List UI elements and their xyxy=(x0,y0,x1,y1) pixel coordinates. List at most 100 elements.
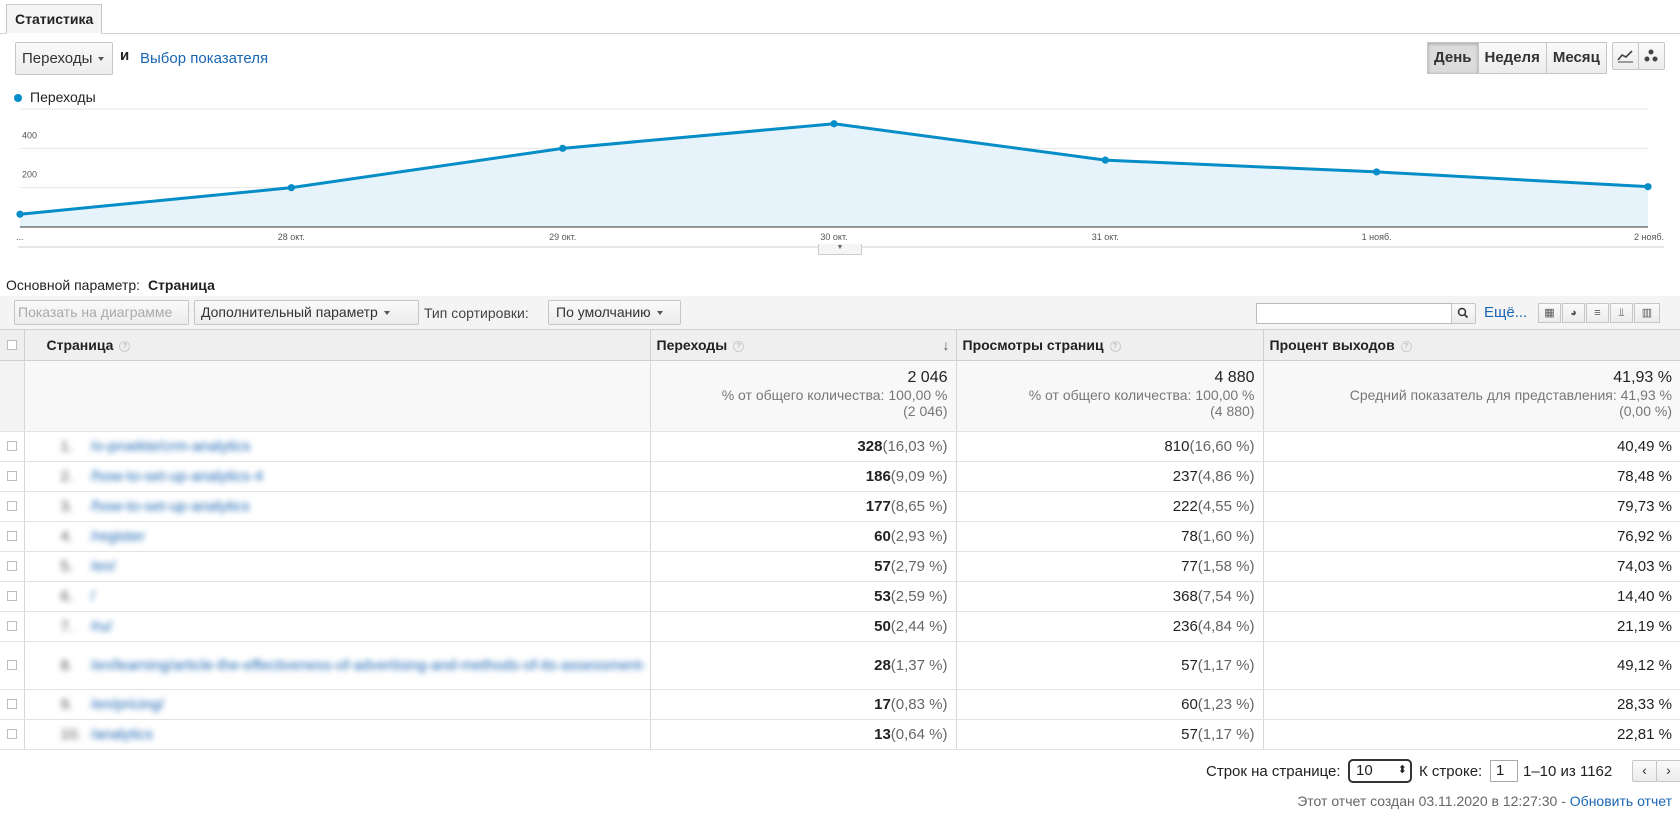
table-view-icon[interactable]: ▦ xyxy=(1538,303,1561,323)
period-week-button[interactable]: Неделя xyxy=(1477,42,1547,74)
row-checkbox-cell[interactable] xyxy=(0,719,25,750)
header-pageviews[interactable]: Просмотры страниц? xyxy=(956,329,1264,361)
tab-statistics[interactable]: Статистика xyxy=(6,4,103,34)
scatter-chart-icon[interactable] xyxy=(1638,42,1665,70)
page-link[interactable]: /how-to-set-up-analytics xyxy=(91,498,250,515)
page-cell: 5. /en/ xyxy=(24,551,651,582)
next-page-button[interactable]: › xyxy=(1656,760,1680,782)
comparison-view-icon[interactable]: ⫫ xyxy=(1610,303,1633,323)
page-link[interactable]: /analytics xyxy=(91,726,154,743)
row-checkbox[interactable] xyxy=(7,699,17,709)
header-entrances[interactable]: Переходы? ↓ xyxy=(650,329,957,361)
metric-dropdown[interactable]: Переходы xyxy=(15,42,113,75)
sort-type-dropdown[interactable]: По умолчанию xyxy=(548,300,681,325)
x-tick-label: 30 окт. xyxy=(820,232,847,242)
page-link[interactable]: /how-to-set-up-analytics-4 xyxy=(91,468,264,485)
header-exit-rate[interactable]: Процент выходов? xyxy=(1263,329,1680,361)
row-checkbox-cell[interactable] xyxy=(0,521,25,552)
exit-rate-cell: 21,19 % xyxy=(1263,611,1680,642)
pageviews-value: 57 xyxy=(1181,657,1198,674)
legend-dot xyxy=(14,94,22,102)
period-day-button[interactable]: День xyxy=(1427,42,1479,74)
pivot-view-icon[interactable]: ▥ xyxy=(1634,303,1660,323)
row-index: 1. xyxy=(60,437,74,455)
row-checkbox-cell[interactable] xyxy=(0,581,25,612)
chevron-down-icon xyxy=(98,57,105,62)
row-checkbox[interactable] xyxy=(7,729,17,739)
pageviews-cell: 810(16,60 %) xyxy=(956,431,1264,462)
primary-dimension-value[interactable]: Страница xyxy=(148,277,215,293)
select-all-checkbox-cell[interactable] xyxy=(0,329,25,361)
pageviews-percent: (1,58 %) xyxy=(1197,558,1255,575)
entrances-percent: (1,37 %) xyxy=(890,657,948,674)
row-checkbox[interactable] xyxy=(7,501,17,511)
data-point xyxy=(1644,183,1652,191)
page-link[interactable]: /en/ xyxy=(91,558,116,575)
page-link[interactable]: /en/learning/article-the-effectiveness-o… xyxy=(91,657,647,674)
page-cell: 7. /ru/ xyxy=(24,611,651,642)
row-checkbox[interactable] xyxy=(7,660,17,670)
header-page[interactable]: Страница? xyxy=(24,329,651,361)
row-index: 8. xyxy=(60,656,74,674)
exit-rate-value: 74,03 % xyxy=(1616,558,1672,575)
row-checkbox[interactable] xyxy=(7,621,17,631)
line-chart-icon[interactable] xyxy=(1612,42,1639,70)
pageviews-cell: 57(1,17 %) xyxy=(956,719,1264,750)
rows-per-page-select[interactable]: 10 ⬍ xyxy=(1348,759,1412,783)
row-checkbox-cell[interactable] xyxy=(0,551,25,582)
performance-view-icon[interactable]: ≡ xyxy=(1586,303,1609,323)
page-link[interactable]: /ru/ xyxy=(91,618,113,635)
secondary-dimension-label: Дополнительный параметр xyxy=(201,304,378,320)
row-checkbox[interactable] xyxy=(7,591,17,601)
exit-rate-cell: 28,33 % xyxy=(1263,689,1680,720)
row-checkbox[interactable] xyxy=(7,441,17,451)
search-icon[interactable] xyxy=(1451,303,1476,324)
page-link[interactable]: /o-proekte/crm-analytics xyxy=(91,438,251,455)
help-icon[interactable]: ? xyxy=(1400,340,1412,352)
row-checkbox-cell[interactable] xyxy=(0,491,25,522)
pageviews-percent: (1,17 %) xyxy=(1197,657,1255,674)
row-checkbox-cell[interactable] xyxy=(0,431,25,462)
row-checkbox-cell[interactable] xyxy=(0,689,25,720)
help-icon[interactable]: ? xyxy=(119,340,131,352)
page-link[interactable]: /register xyxy=(91,528,145,545)
totals-empty-cell xyxy=(0,360,25,432)
row-checkbox[interactable] xyxy=(7,531,17,541)
help-icon[interactable]: ? xyxy=(1109,340,1121,352)
refresh-report-link[interactable]: Обновить отчет xyxy=(1570,793,1672,809)
goto-row-input[interactable]: 1 xyxy=(1490,760,1518,782)
plot-rows-button[interactable]: Показать на диаграмме xyxy=(14,300,189,325)
totals-pageviews: 4 880 % от общего количества: 100,00 % (… xyxy=(956,360,1264,432)
data-table: Страница? Переходы? ↓ Просмотры страниц? … xyxy=(0,329,1680,750)
y-tick-label: 200 xyxy=(22,170,37,180)
row-checkbox-cell[interactable] xyxy=(0,611,25,642)
totals-exit-rate-average: Средний показатель для представления: 41… xyxy=(1349,387,1672,403)
page-link[interactable]: / xyxy=(91,588,95,605)
period-month-button[interactable]: Месяц xyxy=(1545,42,1607,74)
table-row: 3./how-to-set-up-analytics 177(8,65 %) 222… xyxy=(0,491,1680,522)
entrances-percent: (2,93 %) xyxy=(890,528,948,545)
secondary-dimension-dropdown[interactable]: Дополнительный параметр xyxy=(194,300,419,325)
x-tick-label: 1 нояб. xyxy=(1362,232,1392,242)
pageviews-value: 237 xyxy=(1172,468,1198,485)
row-checkbox-cell[interactable] xyxy=(0,641,25,690)
row-index: 6. xyxy=(60,587,74,605)
prev-page-button[interactable]: ‹ xyxy=(1632,760,1657,782)
pie-view-icon[interactable]: ◕ xyxy=(1562,303,1585,323)
more-link[interactable]: Ещё... xyxy=(1484,304,1527,321)
table-search-input[interactable] xyxy=(1256,303,1452,324)
entrances-percent: (2,79 %) xyxy=(890,558,948,575)
select-metric-link[interactable]: Выбор показателя xyxy=(140,50,268,67)
entrances-cell: 50(2,44 %) xyxy=(650,611,957,642)
entrances-value: 53 xyxy=(874,588,891,605)
chart-collapse-handle[interactable]: ▼ xyxy=(818,244,862,255)
row-checkbox[interactable] xyxy=(7,561,17,571)
entrances-cell: 28(1,37 %) xyxy=(650,641,957,690)
page-link[interactable]: /en/pricing/ xyxy=(91,696,164,713)
row-checkbox[interactable] xyxy=(7,471,17,481)
metric-dropdown-label: Переходы xyxy=(22,50,93,67)
help-icon[interactable]: ? xyxy=(733,340,745,352)
row-checkbox-cell[interactable] xyxy=(0,461,25,492)
select-all-checkbox[interactable] xyxy=(7,340,17,350)
table-row: 6./53(2,59 %) 368(7,54 %) 14,40 % xyxy=(0,581,1680,612)
